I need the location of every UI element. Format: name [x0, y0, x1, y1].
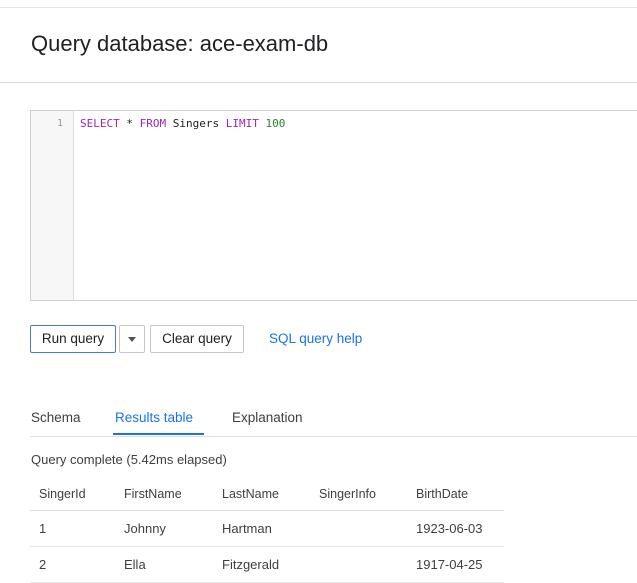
tab-explanation[interactable]: Explanation — [232, 410, 303, 425]
page-title: Query database: ace-exam-db — [31, 31, 329, 56]
line-number: 1 — [56, 118, 63, 129]
query-status: Query complete (5.42ms elapsed) — [31, 452, 227, 467]
header-divider — [0, 82, 637, 83]
tab-results-table[interactable]: Results table — [115, 410, 193, 425]
table-cell: 1923-06-03 — [407, 510, 504, 547]
tab-schema[interactable]: Schema — [31, 410, 81, 425]
sql-editor[interactable]: 1 SELECT * FROM Singers LIMIT 100 — [30, 110, 637, 301]
star-token: * — [126, 117, 133, 130]
table-cell — [310, 510, 407, 547]
top-divider — [0, 7, 637, 8]
tabs-divider — [30, 436, 637, 437]
table-row: 2 Ella Fitzgerald 1917-04-25 — [30, 546, 504, 583]
sql-help-link[interactable]: SQL query help — [269, 331, 362, 346]
table-cell: 1917-04-25 — [407, 546, 504, 583]
table-name: Singers — [172, 117, 220, 130]
run-query-button[interactable]: Run query — [30, 325, 116, 353]
active-tab-indicator — [113, 433, 204, 435]
keyword-select: SELECT — [80, 117, 120, 130]
query-text[interactable]: SELECT * FROM Singers LIMIT 100 — [80, 117, 285, 130]
column-header[interactable]: LastName — [213, 478, 310, 511]
keyword-limit: LIMIT — [225, 117, 259, 130]
clear-query-button[interactable]: Clear query — [150, 325, 244, 353]
editor-gutter: 1 — [31, 111, 74, 300]
column-header[interactable]: BirthDate — [407, 478, 504, 511]
results-table: SingerId FirstName LastName SingerInfo B… — [30, 478, 504, 583]
table-cell: 1 — [30, 510, 115, 547]
table-cell: 2 — [30, 546, 115, 583]
table-row: 1 Johnny Hartman 1923-06-03 — [30, 510, 504, 547]
limit-value: 100 — [265, 117, 286, 130]
column-header[interactable]: SingerId — [30, 478, 115, 511]
table-cell — [310, 546, 407, 583]
caret-down-icon — [128, 336, 136, 342]
table-cell: Ella — [115, 546, 213, 583]
table-cell: Fitzgerald — [213, 546, 310, 583]
table-cell: Johnny — [115, 510, 213, 547]
run-options-dropdown[interactable] — [119, 325, 145, 353]
table-cell: Hartman — [213, 510, 310, 547]
header-row: SingerId FirstName LastName SingerInfo B… — [30, 478, 504, 511]
keyword-from: FROM — [139, 117, 167, 130]
column-header[interactable]: SingerInfo — [310, 478, 407, 511]
column-header[interactable]: FirstName — [115, 478, 213, 511]
